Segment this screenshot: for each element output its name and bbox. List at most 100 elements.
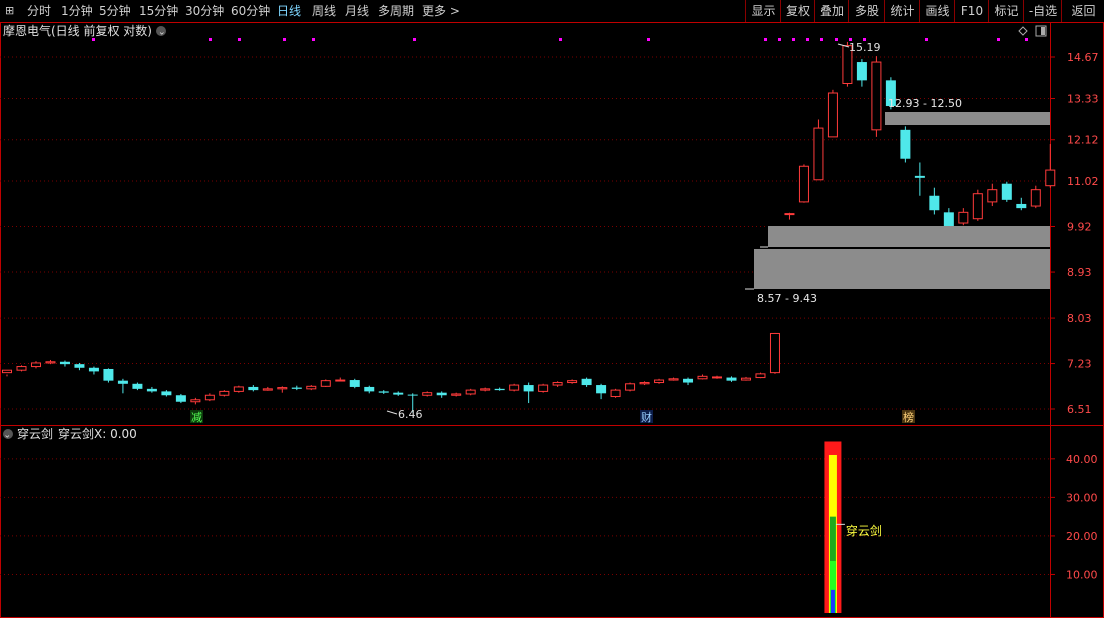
candle-body [16, 366, 27, 371]
candle-body [233, 386, 244, 392]
zone-band [768, 226, 1050, 247]
zone-label: 12.93 - 12.50 [888, 97, 962, 110]
signal-dot [238, 38, 241, 41]
candle-body [320, 380, 331, 387]
candle-body [639, 382, 650, 385]
candle-body [88, 367, 99, 372]
candle-body [480, 388, 491, 391]
candle-body [958, 211, 969, 224]
candle-body [856, 62, 867, 81]
candle-body [798, 165, 809, 203]
signal-dot [806, 38, 809, 41]
candle-body [306, 385, 317, 390]
indicator-tick-label: 10.00 [1066, 568, 1098, 581]
zone-band [754, 249, 1050, 289]
indicator-bar-blue [830, 589, 835, 613]
indicator-signal-label: 穿云剑 [846, 523, 882, 538]
candle-body [1030, 189, 1041, 207]
candle-body [523, 385, 534, 392]
candle-body [378, 391, 389, 393]
signal-dot [283, 38, 286, 41]
stock-title: 摩恩电气(日线 前复权 对数) [3, 23, 152, 38]
candle-body [407, 394, 418, 396]
candle-body [697, 375, 708, 380]
candle-body [74, 364, 85, 368]
candle-body [2, 369, 12, 374]
chart-canvas: 14.67 13.33 12.12 11.02 9.92 8.93 8.03 7.23 6.51… [0, 22, 1104, 618]
candle-body [422, 392, 433, 396]
price-tick-label: 9.92 [1067, 221, 1092, 234]
candle-body [726, 377, 737, 381]
candle-body [769, 332, 780, 374]
candle-body [943, 212, 954, 227]
candle-body [364, 386, 375, 392]
candle-body [335, 379, 346, 382]
signal-dot [312, 38, 315, 41]
signal-dot [413, 38, 416, 41]
indicator-tick-label: 30.00 [1066, 491, 1098, 504]
indicator-tick-label: 40.00 [1066, 453, 1098, 466]
candle-body [509, 384, 520, 391]
price-tick-label: 7.23 [1067, 358, 1092, 371]
diamond-icon[interactable] [1018, 26, 1028, 36]
candle-body [291, 387, 302, 389]
signal-dot [778, 38, 781, 41]
signal-dot [559, 38, 562, 41]
signal-dot [647, 38, 650, 41]
candle-body [683, 378, 694, 383]
candle-body [248, 386, 259, 391]
panel-toggle-fill [1041, 27, 1045, 35]
candle-body [349, 380, 360, 387]
candle-body [900, 129, 911, 159]
zone-band [885, 112, 1050, 125]
signal-dot [835, 38, 838, 41]
candle-body [1001, 183, 1012, 200]
candle-body [161, 391, 172, 396]
price-tick-label: 12.12 [1067, 134, 1099, 147]
candle-body [581, 378, 592, 386]
chevron-icon: ⌄ [4, 431, 12, 441]
candle-body [929, 195, 940, 211]
candle-body [45, 361, 56, 364]
candle-body [784, 213, 795, 216]
chart-frame [0, 22, 1104, 618]
candle-body [596, 385, 607, 394]
candle-body [871, 61, 882, 131]
zone-label: 8.57 - 9.43 [757, 292, 817, 305]
candle-body [59, 361, 70, 365]
candle-body [552, 382, 563, 386]
candle-body [740, 377, 751, 381]
indicator-tick-label: 20.00 [1066, 530, 1098, 543]
candle-body [668, 378, 679, 381]
candle-body [204, 394, 215, 401]
price-tick-label: 11.02 [1067, 175, 1099, 188]
price-tick-label: 13.33 [1067, 92, 1099, 105]
candle-body [465, 389, 476, 395]
candle-body [451, 393, 462, 396]
candle-body [1045, 169, 1056, 187]
chevron-icon: ⌄ [158, 28, 166, 38]
candle-body [625, 383, 636, 391]
candle-body [494, 388, 505, 391]
candle-body [813, 127, 824, 181]
candle-body [132, 383, 143, 389]
event-marker: 减 [191, 411, 202, 424]
candle-body [146, 388, 157, 392]
candle-body [610, 389, 621, 398]
candle-body [827, 92, 838, 138]
candle-body [654, 379, 665, 384]
signal-dot [764, 38, 767, 41]
signal-dot [820, 38, 823, 41]
candle-body [262, 388, 273, 391]
low-price-label: 6.46 [398, 408, 423, 421]
candle-body [103, 368, 114, 381]
high-price-label: 15.19 [849, 41, 881, 54]
candle-body [117, 380, 128, 384]
price-tick-label: 8.93 [1067, 266, 1092, 279]
candle-body [1016, 203, 1027, 209]
candle-body [190, 399, 201, 403]
candle-body [755, 373, 766, 379]
candle-body [277, 387, 288, 390]
candle-body [436, 392, 447, 396]
price-tick-label: 6.51 [1067, 403, 1092, 416]
